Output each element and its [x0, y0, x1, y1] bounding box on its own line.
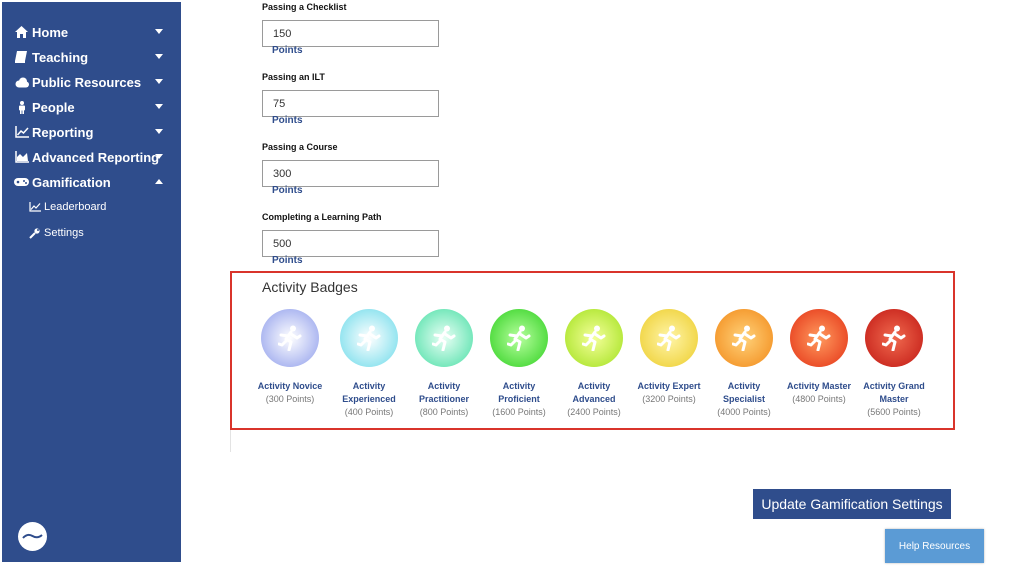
points-unit-label: Points: [272, 45, 303, 56]
sidebar-item-label: Advanced Reporting: [32, 149, 160, 165]
badge-points: (5600 Points): [867, 407, 921, 417]
chevron-down-icon: [155, 29, 163, 34]
home-icon: [14, 26, 29, 39]
points-unit-label: Points: [272, 255, 303, 266]
sidebar-item-label: Reporting: [32, 124, 94, 140]
sidebar: Home Teaching Public Resources People Re…: [2, 2, 181, 562]
sidebar-subitem-leaderboard[interactable]: Leaderboard: [28, 199, 106, 215]
sidebar-item-gamification[interactable]: Gamification: [14, 172, 169, 192]
running-person-icon: [415, 309, 473, 367]
badge-name: Activity Novice: [257, 381, 323, 391]
sidebar-item-label: People: [32, 99, 75, 115]
running-person-icon: [715, 309, 773, 367]
badge-activity-novice: Activity Novice (300 Points): [253, 309, 327, 406]
app-logo[interactable]: [18, 522, 47, 551]
badge-name: Activity Expert: [637, 381, 701, 391]
ilt-points-input[interactable]: 75: [262, 90, 439, 117]
running-person-icon: [640, 309, 698, 367]
running-person-icon: [490, 309, 548, 367]
badge-name: Activity Grand Master: [863, 381, 925, 404]
chevron-down-icon: [155, 154, 163, 159]
badge-activity-practitioner: Activity Practitioner (800 Points): [407, 309, 481, 419]
badge-points: (4000 Points): [717, 407, 771, 417]
help-resources-button[interactable]: Help Resources: [885, 529, 984, 563]
badge-activity-experienced: Activity Experienced (400 Points): [332, 309, 406, 419]
badge-name: Activity Specialist: [722, 381, 766, 404]
running-person-icon: [340, 309, 398, 367]
sidebar-item-label: Public Resources: [32, 74, 142, 90]
update-gamification-settings-button[interactable]: Update Gamification Settings: [753, 489, 951, 519]
running-person-icon: [261, 309, 319, 367]
chevron-down-icon: [155, 104, 163, 109]
sidebar-subitem-label: Settings: [44, 227, 84, 239]
sidebar-item-label: Home: [32, 24, 69, 40]
running-person-icon: [565, 309, 623, 367]
area-chart-icon: [14, 151, 29, 164]
sidebar-item-home[interactable]: Home: [14, 22, 169, 42]
badge-name: Activity Proficient: [498, 381, 540, 404]
line-chart-icon: [14, 126, 29, 139]
content-divider: [230, 430, 231, 452]
badge-points: (2400 Points): [567, 407, 621, 417]
badge-activity-advanced: Activity Advanced (2400 Points): [557, 309, 631, 419]
sidebar-subitem-settings[interactable]: Settings: [28, 225, 84, 241]
field-label-checklist: Passing a Checklist: [262, 2, 347, 12]
badge-name: Activity Advanced: [572, 381, 616, 404]
chevron-down-icon: [155, 129, 163, 134]
book-icon: [14, 51, 29, 64]
badge-points: (800 Points): [419, 407, 469, 417]
cloud-icon: [14, 76, 29, 89]
line-chart-icon: [28, 202, 41, 213]
badge-points: (300 Points): [265, 394, 315, 404]
sidebar-item-advanced-reporting[interactable]: Advanced Reporting: [14, 147, 169, 167]
person-icon: [14, 100, 29, 114]
sidebar-item-public-resources[interactable]: Public Resources: [14, 72, 169, 92]
course-points-input[interactable]: 300: [262, 160, 439, 187]
badge-activity-master: Activity Master (4800 Points): [782, 309, 856, 406]
badge-activity-proficient: Activity Proficient (1600 Points): [482, 309, 556, 419]
checklist-points-input[interactable]: 150: [262, 20, 439, 47]
badge-name: Activity Experienced: [342, 381, 396, 404]
points-unit-label: Points: [272, 115, 303, 126]
sidebar-item-teaching[interactable]: Teaching: [14, 47, 169, 67]
chevron-up-icon: [155, 179, 163, 184]
wave-icon: [22, 533, 43, 539]
field-label-learning-path: Completing a Learning Path: [262, 212, 382, 222]
sidebar-item-people[interactable]: People: [14, 97, 169, 117]
sidebar-item-reporting[interactable]: Reporting: [14, 122, 169, 142]
field-label-course: Passing a Course: [262, 142, 338, 152]
sidebar-item-label: Teaching: [32, 49, 89, 65]
wrench-icon: [28, 227, 41, 239]
points-unit-label: Points: [272, 185, 303, 196]
badge-name: Activity Practitioner: [418, 381, 469, 404]
badge-name: Activity Master: [786, 381, 852, 391]
chevron-down-icon: [155, 79, 163, 84]
badge-points: (1600 Points): [492, 407, 546, 417]
learning-path-points-input[interactable]: 500: [262, 230, 439, 257]
sidebar-subitem-label: Leaderboard: [44, 201, 107, 213]
chevron-down-icon: [155, 54, 163, 59]
badge-points: (4800 Points): [792, 394, 846, 404]
sidebar-item-label: Gamification: [32, 174, 111, 190]
field-label-ilt: Passing an ILT: [262, 72, 325, 82]
badge-activity-grand-master: Activity Grand Master (5600 Points): [857, 309, 931, 419]
badge-activity-specialist: Activity Specialist (4000 Points): [707, 309, 781, 419]
running-person-icon: [865, 309, 923, 367]
badge-points: (400 Points): [344, 407, 394, 417]
badge-points: (3200 Points): [642, 394, 696, 404]
gamepad-icon: [14, 176, 29, 189]
badge-activity-expert: Activity Expert (3200 Points): [632, 309, 706, 406]
activity-badges-title: Activity Badges: [262, 279, 358, 295]
running-person-icon: [790, 309, 848, 367]
